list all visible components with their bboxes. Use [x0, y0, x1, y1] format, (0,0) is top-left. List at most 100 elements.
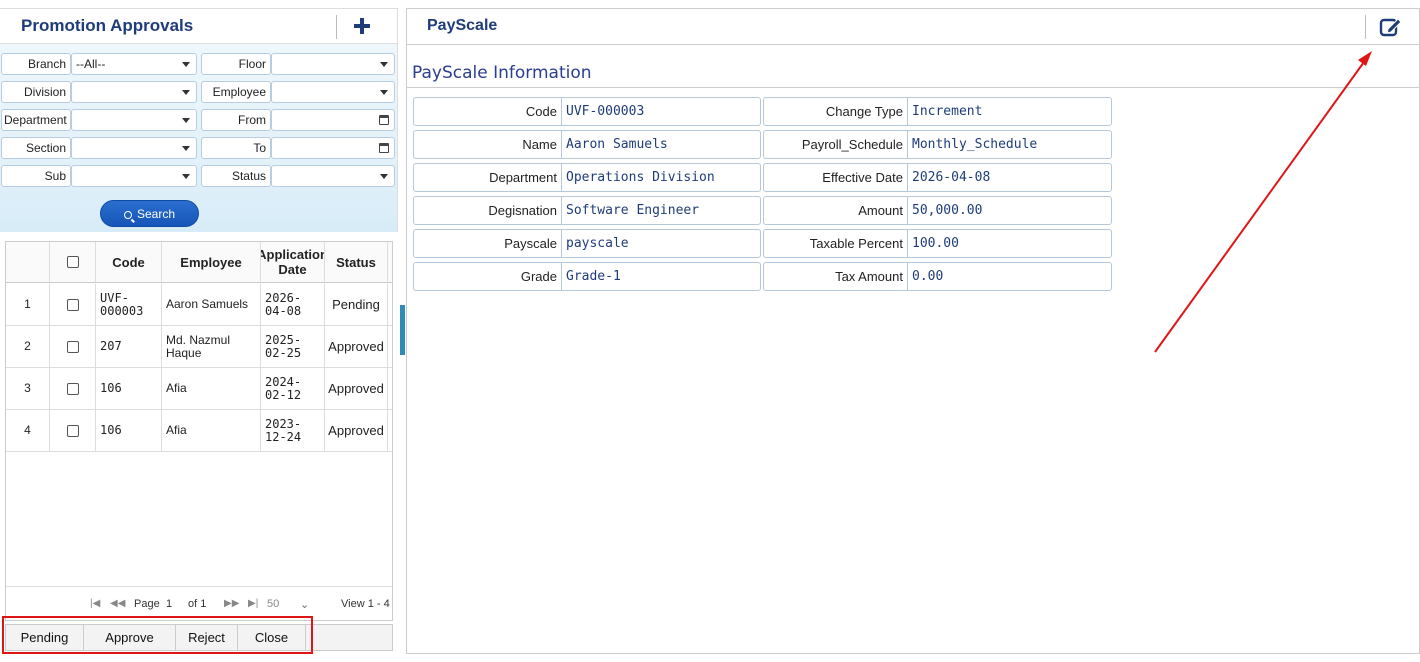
- division-select[interactable]: [71, 81, 197, 103]
- chevron-down-icon: [182, 146, 190, 151]
- select-all-cell: [50, 242, 96, 282]
- branch-select[interactable]: --All--: [71, 53, 197, 75]
- row-date: 2023-12-24: [261, 410, 325, 451]
- field-label: Change Type: [764, 98, 908, 125]
- chevron-down-icon: [182, 90, 190, 95]
- row-date: 2024-02-12: [261, 368, 325, 409]
- payscale-panel: PayScale PayScale Information Code UVF-00…: [406, 8, 1420, 654]
- chevron-down-icon: [182, 62, 190, 67]
- field-value: 0.00: [912, 269, 944, 284]
- chevron-down-icon[interactable]: ⌄: [300, 598, 309, 611]
- calendar-icon[interactable]: [379, 143, 389, 153]
- division-label: Division: [1, 81, 71, 103]
- chevron-down-icon: [380, 62, 388, 67]
- field-value: payscale: [566, 236, 629, 251]
- field-label: Name: [414, 131, 562, 158]
- select-all-checkbox[interactable]: [66, 256, 79, 268]
- field-label: Tax Amount: [764, 263, 908, 290]
- reject-button[interactable]: Reject: [176, 625, 238, 650]
- row-checkbox[interactable]: [66, 298, 79, 311]
- info-field-amount: Amount 50,000.00: [763, 196, 1112, 225]
- last-page-icon[interactable]: ▶|: [248, 598, 258, 609]
- from-date-input[interactable]: [271, 109, 395, 131]
- page-of-label: of 1: [188, 598, 207, 610]
- field-label: Taxable Percent: [764, 230, 908, 257]
- row-number: 2: [6, 326, 50, 367]
- floor-select[interactable]: [271, 53, 395, 75]
- row-number-header: [6, 242, 50, 282]
- filter-panel: Branch --All-- Floor Division Employee D…: [0, 44, 398, 232]
- panel-splitter[interactable]: [400, 305, 405, 355]
- page-label: Page: [134, 598, 160, 610]
- row-checkbox-cell: [50, 410, 96, 451]
- chevron-down-icon: [182, 174, 190, 179]
- prev-page-icon[interactable]: ◀◀: [110, 598, 125, 609]
- field-value: 50,000.00: [912, 203, 983, 218]
- row-checkbox[interactable]: [66, 382, 79, 395]
- info-field-code: Code UVF-000003: [413, 97, 761, 126]
- status-column-header[interactable]: Status: [325, 242, 388, 282]
- row-number: 3: [6, 368, 50, 409]
- table-row[interactable]: 1 UVF-000003 Aaron Samuels 2026-04-08 Pendin…: [6, 284, 392, 326]
- info-field-payscale: Payscale payscale: [413, 229, 761, 258]
- info-field-department: Department Operations Division: [413, 163, 761, 192]
- info-field-change-type: Change Type Increment: [763, 97, 1112, 126]
- page-number-input[interactable]: 1: [166, 598, 172, 610]
- search-button[interactable]: Search: [100, 200, 199, 227]
- row-date: 2026-04-08: [261, 284, 325, 325]
- page-title: Promotion Approvals: [21, 16, 194, 35]
- row-code: UVF-000003: [96, 284, 162, 325]
- field-value: Software Engineer: [566, 203, 700, 218]
- row-employee: Aaron Samuels: [162, 284, 261, 325]
- right-panel-header: PayScale: [407, 9, 1419, 45]
- field-label: Payroll_Schedule: [764, 131, 908, 158]
- date-column-header[interactable]: Application Date: [261, 242, 325, 282]
- view-records-label: View 1 - 4 of 4: [341, 598, 392, 610]
- table-row[interactable]: 4 106 Afia 2023-12-24 Approved: [6, 410, 392, 452]
- field-label: Code: [414, 98, 562, 125]
- chevron-down-icon: [380, 90, 388, 95]
- approve-button[interactable]: Approve: [84, 625, 176, 650]
- section-select[interactable]: [71, 137, 197, 159]
- info-field-taxable-percent: Taxable Percent 100.00: [763, 229, 1112, 258]
- floor-label: Floor: [201, 53, 271, 75]
- table-row[interactable]: 3 106 Afia 2024-02-12 Approved: [6, 368, 392, 410]
- field-value: Increment: [912, 104, 983, 119]
- close-button[interactable]: Close: [238, 625, 306, 650]
- row-code: 106: [96, 410, 162, 451]
- department-select[interactable]: [71, 109, 197, 131]
- field-label: Department: [414, 164, 562, 191]
- section-label: Section: [1, 137, 71, 159]
- info-field-grade: Grade Grade-1: [413, 262, 761, 291]
- row-checkbox[interactable]: [66, 340, 79, 353]
- status-select[interactable]: [271, 165, 395, 187]
- info-field-degisnation: Degisnation Software Engineer: [413, 196, 761, 225]
- row-checkbox[interactable]: [66, 424, 79, 437]
- next-page-icon[interactable]: ▶▶: [224, 598, 239, 609]
- chevron-down-icon: [380, 174, 388, 179]
- row-employee: Afia: [162, 368, 261, 409]
- employee-column-header[interactable]: Employee: [162, 242, 261, 282]
- field-value: Monthly_Schedule: [912, 137, 1038, 152]
- employee-label: Employee: [201, 81, 271, 103]
- from-label: From: [201, 109, 271, 131]
- plus-icon[interactable]: [350, 15, 374, 39]
- page-size-select[interactable]: 50: [267, 598, 279, 610]
- first-page-icon[interactable]: |◀: [90, 598, 100, 609]
- row-status: Pending: [325, 284, 388, 325]
- row-date: 2025-02-25: [261, 326, 325, 367]
- department-label: Department: [1, 109, 71, 131]
- pending-button[interactable]: Pending: [6, 625, 84, 650]
- grid-header: Code Employee Application Date Status: [6, 242, 392, 283]
- calendar-icon[interactable]: [379, 115, 389, 125]
- field-value: 100.00: [912, 236, 959, 251]
- sub-select[interactable]: [71, 165, 197, 187]
- header-divider: [1365, 15, 1366, 39]
- row-number: 1: [6, 284, 50, 325]
- to-date-input[interactable]: [271, 137, 395, 159]
- code-column-header[interactable]: Code: [96, 242, 162, 282]
- edit-icon[interactable]: [1379, 16, 1403, 38]
- employee-select[interactable]: [271, 81, 395, 103]
- table-row[interactable]: 2 207 Md. Nazmul Haque 2025-02-25 Approved: [6, 326, 392, 368]
- row-code: 207: [96, 326, 162, 367]
